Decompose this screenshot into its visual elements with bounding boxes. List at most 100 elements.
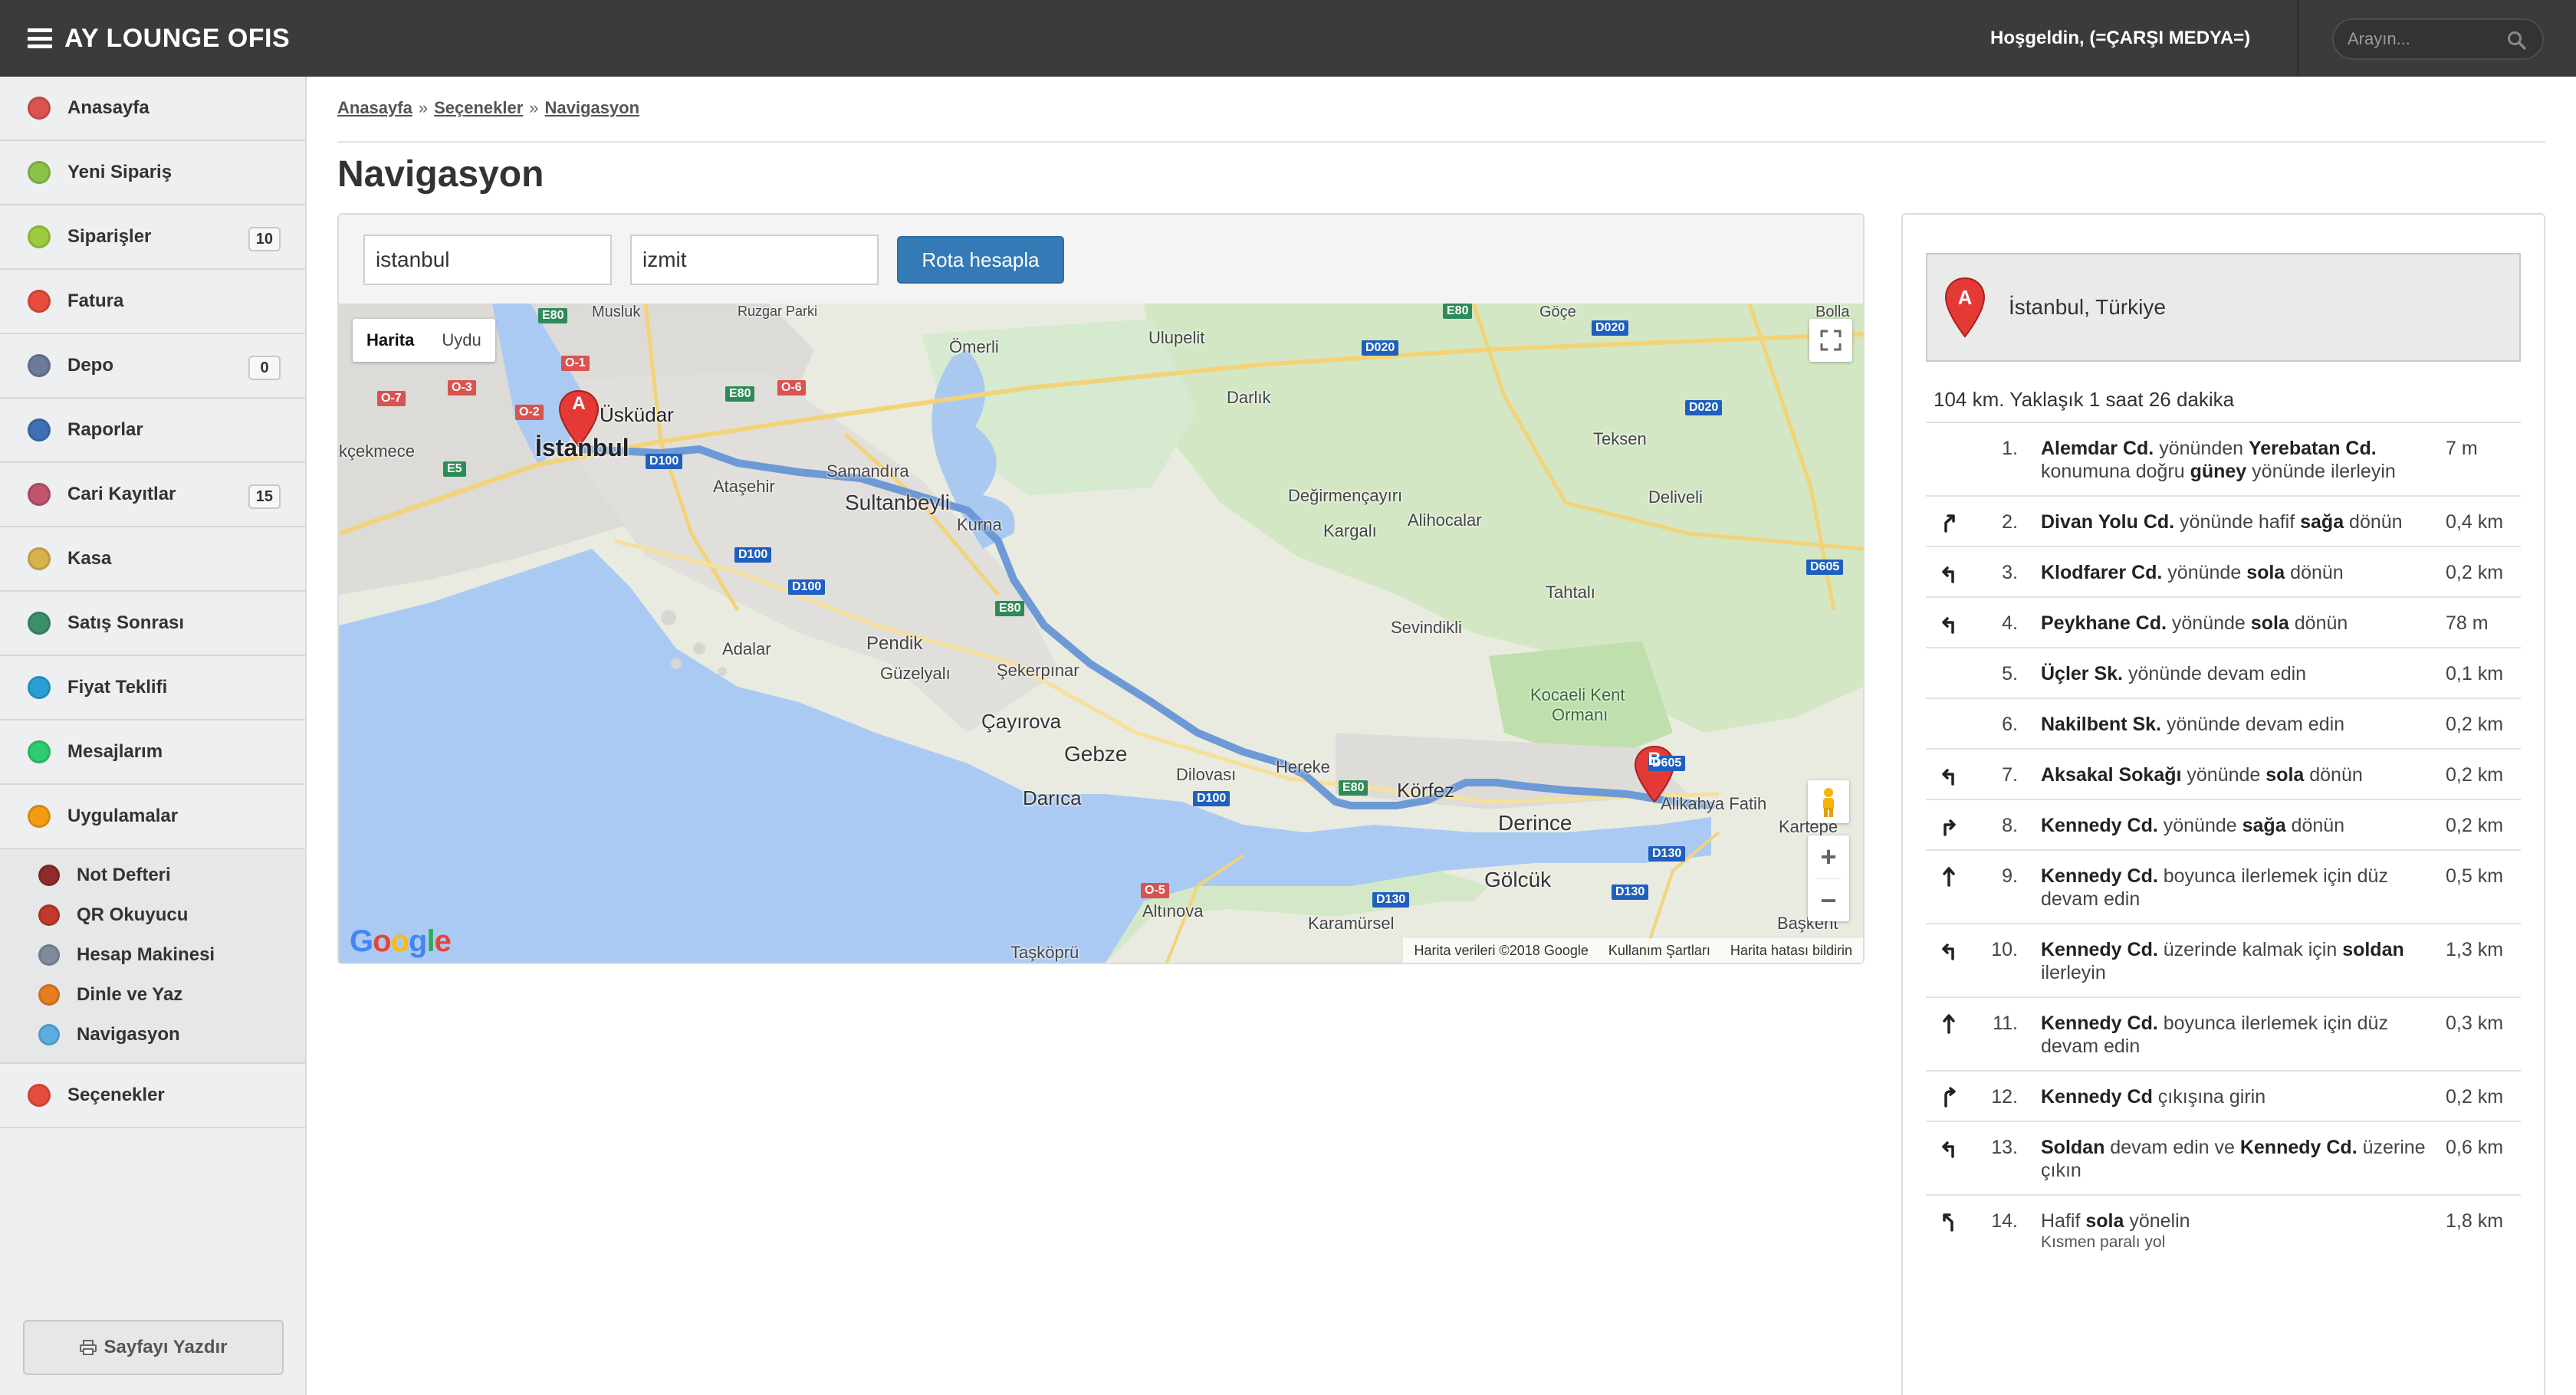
step-instruction: Soldan devam edin ve Kennedy Cd. üzerine… [2041,1136,2436,1182]
brand[interactable]: AY LOUNGE OFIS [28,0,290,77]
search-box[interactable] [2332,18,2544,60]
qr-reader-icon [38,904,60,926]
submenu-item-qr-reader[interactable]: QR Okuyucu [0,895,305,935]
sidebar-item-label: Fiyat Teklifi [67,677,168,698]
submenu-item-notebook[interactable]: Not Defteri [0,855,305,895]
terms-link[interactable]: Kullanım Şartları [1608,943,1710,959]
calculate-route-button[interactable]: Rota hesapla [897,236,1064,284]
sidebar-item-reports[interactable]: Raporlar [0,399,305,463]
map-canvas[interactable] [339,304,1863,963]
direction-step[interactable]: 5. Üçler Sk. yönünde devam edin 0,1 km [1926,647,2521,698]
step-instruction: Üçler Sk. yönünde devam edin [2041,662,2436,685]
road-shield-d130b: D130 [1372,892,1410,908]
road-shield-e5: E5 [443,461,466,477]
street-view-button[interactable] [1808,780,1849,823]
zoom-out-button[interactable]: − [1808,879,1849,922]
instruction-part: Alemdar Cd. [2041,438,2154,459]
step-instruction: Divan Yolu Cd. yönünde hafif sağa dönün [2041,510,2436,533]
breadcrumb-navigation[interactable]: Navigasyon [545,98,640,117]
road-shield-o5: O-5 [1141,883,1169,898]
road-shield-o6: O-6 [777,380,806,396]
instruction-part: sola [2250,612,2289,634]
place-label-uskudar: Üsküdar [600,403,674,426]
sidebar-item-new-order[interactable]: Yeni Sipariş [0,141,305,205]
report-map-error-link[interactable]: Harita hatası bildirin [1730,943,1852,959]
direction-step[interactable]: 9. Kennedy Cd. boyunca ilerlemek için düz… [1926,849,2521,923]
place-label-kocaeli: Kocaeli Kent [1530,685,1625,704]
sidebar-item-home[interactable]: Anasayfa [0,77,305,141]
marker-a-letter: A [1958,286,1973,309]
submenu-item-label: Not Defteri [77,865,171,885]
search-input[interactable] [2348,26,2501,52]
pegman-icon [1823,788,1834,817]
turn-slight-left-icon [1943,1213,1953,1232]
step-note: Kısmen paralı yol [2041,1233,2166,1251]
sidebar-item-settings[interactable]: Seçenekler [0,1064,305,1128]
direction-step[interactable]: 2. Divan Yolu Cd. yönünde hafif sağa dönü… [1926,495,2521,546]
direction-step[interactable]: 7. Aksakal Sokağı yönünde sola dönün 0,2 k… [1926,748,2521,799]
print-page-button[interactable]: Sayfayı Yazdır [23,1320,284,1375]
sidebar-item-price-quote[interactable]: Fiyat Teklifi [0,656,305,720]
page-title: Navigasyon [337,154,544,195]
instruction-part: sağa [2300,511,2344,533]
instruction-part: Kennedy Cd. [2041,865,2158,887]
sidebar-item-cash[interactable]: Kasa [0,527,305,592]
place-label-sekerpinar: Şekerpınar [997,661,1079,680]
submenu-item-navigation[interactable]: Navigasyon [0,1015,305,1055]
search-icon[interactable] [2507,31,2527,51]
direction-step[interactable]: 1. Alemdar Cd. yönünden Yerebatan Cd. kon… [1926,422,2521,495]
step-distance: 0,2 km [2446,815,2504,836]
hamburger-menu-icon[interactable] [28,28,52,48]
direction-step[interactable]: 6. Nakilbent Sk. yönünde devam edin 0,2 km [1926,698,2521,748]
place-label-ruzgar: Ruzgar Parki [738,304,818,319]
instruction-part: çıkışına girin [2152,1086,2266,1108]
direction-step[interactable]: 12. Kennedy Cd çıkışına girin 0,2 km [1926,1070,2521,1121]
map-view[interactable]: İstanbul Üsküdar kçekmece Ataşehir Samandıra… [339,304,1863,963]
sidebar-item-warehouse[interactable]: Depo 0 [0,334,305,399]
direction-step[interactable]: 4. Peykhane Cd. yönünde sola dönün 78 m [1926,596,2521,647]
map-type-satellite-button[interactable]: Uydu [428,319,495,362]
submenu-item-calculator[interactable]: Hesap Makinesi [0,935,305,975]
instruction-part: Üçler Sk. [2041,663,2124,684]
direction-step[interactable]: 8. Kennedy Cd. yönünde sağa dönün 0,2 km [1926,799,2521,849]
marker-a[interactable]: A [570,393,588,415]
breadcrumb-home[interactable]: Anasayfa [337,98,412,117]
place-label-kurna: Kurna [957,515,1002,534]
place-label-degirmencayiri: Değirmençayırı [1288,486,1403,505]
submenu-item-listen-write[interactable]: Dinle ve Yaz [0,975,305,1015]
zoom-in-button[interactable]: + [1808,835,1849,878]
direction-step[interactable]: 11. Kennedy Cd. boyunca ilerlemek için dü… [1926,996,2521,1070]
direction-step[interactable]: 10. Kennedy Cd. üzerinde kalmak için sold… [1926,923,2521,996]
sidebar-item-after-sales[interactable]: Satış Sonrası [0,592,305,656]
road-shield-e80c: E80 [995,601,1025,616]
marker-b[interactable]: B [1645,749,1664,770]
instruction-part: yönünden [2154,438,2249,459]
turn-indicator [1926,1012,1972,1035]
direction-step[interactable]: 13. Soldan devam edin ve Kennedy Cd. üzer… [1926,1121,2521,1194]
sidebar-item-orders[interactable]: Siparişler 10 [0,205,305,270]
sidebar-item-messages[interactable]: Mesajlarım [0,720,305,785]
app-title: AY LOUNGE OFIS [64,23,291,53]
road-shield-d100a: D100 [646,454,683,469]
sidebar-item-invoice[interactable]: Fatura [0,270,305,334]
place-label-darica: Darıca [1023,786,1082,809]
direction-step[interactable]: 14. Hafif sola yönelin Kısmen paralı yol 1,… [1926,1194,2521,1265]
instruction-part: Hafif [2041,1210,2086,1232]
instruction-part: üzerinde kalmak için [2157,939,2343,960]
sidebar-nav: Anasayfa Yeni Sipariş Siparişler 10 Fatura De… [0,77,305,849]
instruction-part: dönün [2288,612,2348,634]
sidebar-item-accounts[interactable]: Cari Kayıtlar 15 [0,463,305,527]
destination-input[interactable] [630,235,879,285]
map-footer: Harita verileri ©2018 Google Kullanım Şa… [1403,938,1863,963]
breadcrumb-settings[interactable]: Seçenekler [434,98,523,117]
listen-write-icon [38,984,60,1006]
place-label-istanbul: İstanbul [535,434,629,461]
sidebar-item-apps[interactable]: Uygulamalar [0,785,305,849]
fullscreen-button[interactable] [1809,319,1852,362]
calculator-icon [38,944,60,966]
direction-step[interactable]: 3. Klodfarer Cd. yönünde sola dönün 0,2 km [1926,546,2521,596]
road-shield-o3: O-3 [448,380,476,396]
map-type-map-button[interactable]: Harita [353,319,428,362]
step-distance: 1,3 km [2446,939,2504,960]
origin-input[interactable] [363,235,612,285]
